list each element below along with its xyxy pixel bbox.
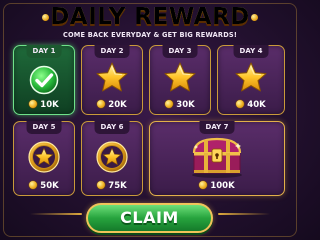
day-label: DAY 6 bbox=[94, 121, 130, 134]
day-card-2[interactable]: DAY 2 20K bbox=[81, 45, 143, 115]
day-card-5[interactable]: DAY 5 50K bbox=[13, 121, 75, 196]
day-label: DAY 1 bbox=[26, 45, 62, 58]
reward-amount: 20K bbox=[82, 100, 142, 110]
reward-value: 50K bbox=[40, 181, 59, 191]
coin-icon bbox=[97, 100, 106, 108]
reward-amount: 100K bbox=[150, 181, 284, 191]
reward-value: 10K bbox=[40, 100, 59, 110]
day-label: DAY 3 bbox=[162, 45, 198, 58]
star-badge-icon bbox=[96, 141, 128, 173]
claim-button[interactable]: CLAIM bbox=[86, 203, 213, 233]
reward-value: 30K bbox=[176, 100, 195, 110]
coin-icon bbox=[29, 100, 38, 108]
day-label: DAY 7 bbox=[199, 121, 235, 134]
reward-value: 100K bbox=[210, 181, 235, 191]
divider-left bbox=[30, 213, 82, 215]
star-icon bbox=[235, 62, 267, 92]
day-label: DAY 4 bbox=[233, 45, 269, 58]
page-subtitle: COME BACK EVERYDAY & GET BIG REWARDS! bbox=[62, 31, 238, 39]
coin-icon bbox=[97, 181, 106, 189]
star-icon bbox=[96, 62, 128, 92]
coin-icon bbox=[29, 181, 38, 189]
day-card-6[interactable]: DAY 6 75K bbox=[81, 121, 143, 196]
divider-right bbox=[218, 213, 270, 215]
reward-value: 40K bbox=[247, 100, 266, 110]
coin-icon bbox=[199, 181, 208, 189]
reward-value: 75K bbox=[108, 181, 127, 191]
reward-value: 20K bbox=[108, 100, 127, 110]
day-label: DAY 5 bbox=[26, 121, 62, 134]
reward-amount: 75K bbox=[82, 181, 142, 191]
star-badge-icon bbox=[28, 141, 60, 173]
treasure-chest-icon bbox=[192, 137, 242, 178]
day-card-7[interactable]: DAY 7 100K bbox=[149, 121, 285, 196]
reward-amount: 30K bbox=[150, 100, 210, 110]
reward-amount: 40K bbox=[218, 100, 284, 110]
day-card-4[interactable]: DAY 4 40K bbox=[217, 45, 285, 115]
day-card-1[interactable]: DAY 1 10K bbox=[13, 45, 75, 115]
day-card-3[interactable]: DAY 3 30K bbox=[149, 45, 211, 115]
day-label: DAY 2 bbox=[94, 45, 130, 58]
coin-icon bbox=[165, 100, 174, 108]
star-icon bbox=[164, 62, 196, 92]
title-coin-icon-right bbox=[251, 14, 258, 21]
checkmark-icon bbox=[29, 65, 59, 95]
coin-icon bbox=[236, 100, 245, 108]
reward-amount: 50K bbox=[14, 181, 74, 191]
reward-amount: 10K bbox=[14, 100, 74, 110]
